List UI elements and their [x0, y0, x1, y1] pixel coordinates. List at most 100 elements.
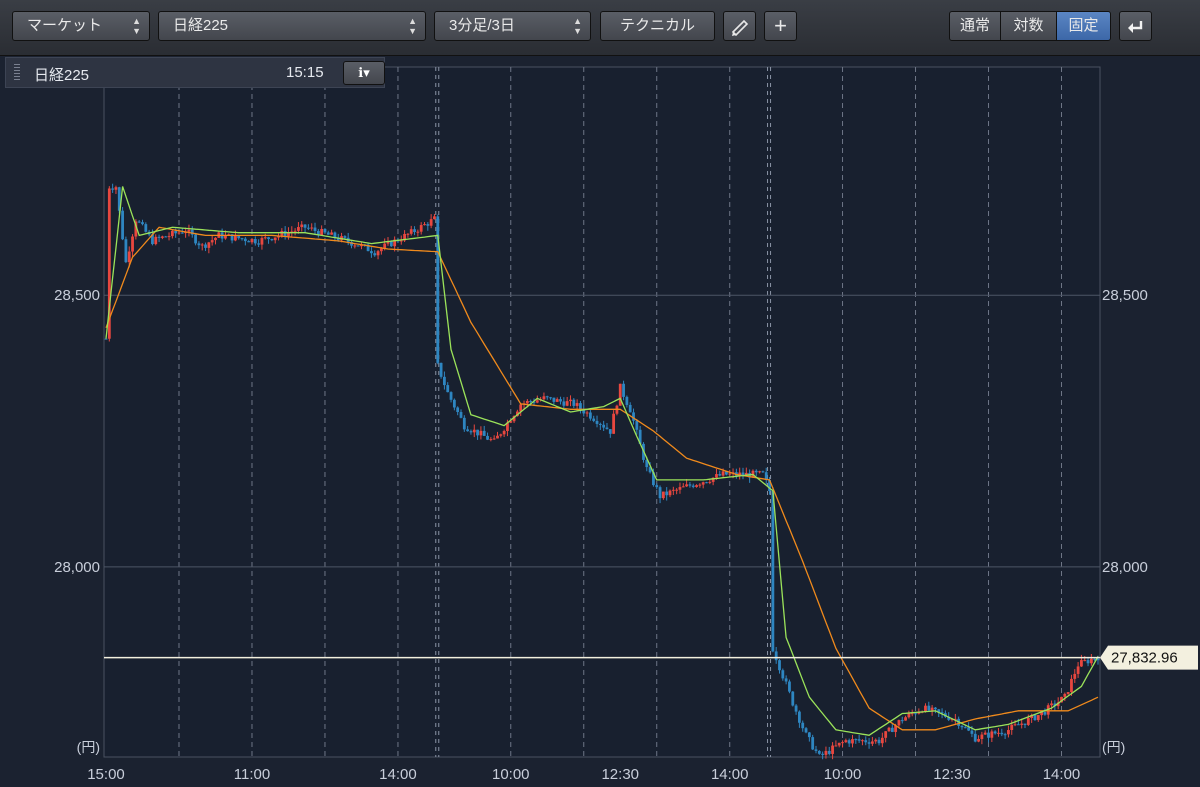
candle-body: [492, 438, 496, 440]
candle-body: [542, 396, 546, 400]
candle-body: [661, 491, 665, 499]
candle-body: [1003, 734, 1007, 736]
candle-body: [784, 678, 788, 682]
candle-body: [452, 399, 456, 408]
info-dropdown-icon[interactable]: ℹ▾: [343, 61, 385, 85]
candle-body: [824, 750, 828, 755]
candle-body: [303, 224, 307, 228]
candle-body: [267, 237, 270, 240]
candle-body: [141, 222, 144, 225]
candle-body: [323, 228, 327, 233]
candle-body: [718, 474, 722, 476]
candle-body: [841, 742, 844, 744]
candle-body: [144, 224, 148, 232]
candle-body: [1066, 692, 1070, 694]
candle-body: [715, 474, 718, 478]
candle-body: [482, 430, 486, 436]
candle-body: [300, 224, 304, 228]
candle-body: [433, 216, 436, 220]
candle-body: [794, 705, 798, 712]
candle-body: [416, 231, 420, 233]
candle-body: [525, 400, 529, 404]
candle-body: [479, 430, 483, 436]
candle-body: [608, 429, 612, 434]
price-chart[interactable]: 28,000 28,000 28,500 28,500 (円) (円) 15:00 11:00…: [0, 0, 1200, 787]
candle-body: [788, 681, 791, 692]
candle-body: [977, 739, 980, 742]
candle-body: [443, 376, 446, 386]
y-tick-label-right: 28,000: [1102, 559, 1148, 576]
candle-body: [798, 711, 801, 723]
candle-body: [157, 236, 161, 238]
candle-body: [283, 230, 287, 236]
candle-body: [204, 244, 207, 248]
candle-body: [973, 733, 977, 742]
candle-body: [194, 234, 197, 244]
current-price-label: 27,832.96: [1111, 650, 1178, 667]
candle-body: [343, 236, 347, 238]
candle-body: [987, 732, 990, 738]
candle-body: [602, 424, 606, 428]
x-tick-label: 11:00: [234, 766, 270, 783]
candle-body: [595, 420, 599, 424]
candle-body: [353, 245, 357, 247]
candle-body: [562, 401, 566, 406]
candle-body: [260, 238, 264, 245]
info-time: 15:15: [286, 64, 324, 81]
candle-body: [200, 244, 204, 246]
candle-body: [844, 740, 848, 743]
candle-body: [127, 251, 131, 263]
candle-body: [459, 412, 463, 418]
candle-body: [472, 429, 476, 433]
candle-body: [1083, 660, 1087, 662]
candle-body: [1073, 673, 1077, 679]
candle-body: [914, 713, 917, 715]
candle-body: [821, 753, 825, 755]
candle-body: [476, 429, 479, 436]
candle-body: [1076, 666, 1080, 674]
candle-body: [688, 484, 692, 486]
candle-body: [409, 229, 413, 234]
candle-body: [1016, 724, 1020, 726]
candle-body: [572, 399, 576, 406]
candle-body: [1020, 723, 1024, 725]
candle-body: [628, 404, 632, 413]
candle-body: [496, 435, 499, 439]
y-unit-right: (円): [1102, 739, 1125, 755]
candle-body: [817, 750, 821, 754]
candle-body: [668, 490, 672, 496]
candle-body: [167, 236, 171, 238]
candle-body: [685, 484, 689, 487]
candle-body: [1036, 715, 1040, 721]
candle-body: [924, 705, 927, 712]
candle-body: [934, 707, 937, 710]
candle-body: [754, 470, 758, 473]
x-tick-label: 12:30: [933, 766, 971, 783]
candle-body: [761, 471, 765, 473]
x-tick-label: 14:00: [1043, 766, 1081, 783]
candle-body: [807, 732, 811, 738]
candle-body: [675, 489, 679, 491]
candle-body: [960, 725, 964, 728]
candle-body: [993, 731, 997, 734]
candle-body: [373, 253, 377, 256]
candle-body: [758, 471, 761, 473]
candle-body: [131, 236, 134, 252]
candle-body: [854, 739, 858, 741]
candle-body: [592, 418, 596, 421]
candle-body: [579, 403, 582, 410]
candle-body: [771, 490, 775, 652]
candle-body: [708, 481, 712, 483]
candle-body: [419, 225, 423, 232]
x-tick-label: 14:00: [379, 766, 417, 783]
candle-body: [705, 482, 708, 484]
candle-body: [529, 400, 533, 402]
candle-body: [671, 489, 675, 491]
y-unit-left: (円): [77, 739, 100, 755]
candle-body: [170, 230, 174, 237]
candle-body: [963, 727, 967, 729]
candle-body: [678, 487, 682, 490]
drag-handle-icon[interactable]: [14, 64, 20, 82]
candle-body: [214, 237, 217, 241]
candle-body: [930, 707, 934, 711]
